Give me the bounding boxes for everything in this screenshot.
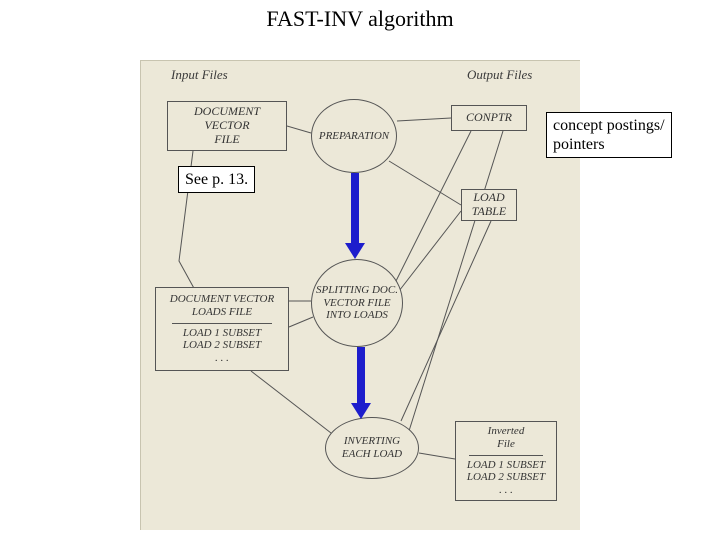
- invfile-title2: File: [497, 438, 515, 451]
- invert-label: INVERTING EACH LOAD: [330, 435, 414, 460]
- prep-label: PREPARATION: [319, 130, 389, 143]
- preparation-node: PREPARATION: [311, 99, 397, 173]
- concept-line2: pointers: [553, 135, 665, 154]
- invfile-title1: Inverted: [488, 425, 525, 438]
- docvec-line2: FILE: [214, 133, 239, 147]
- page-title: FAST-INV algorithm: [0, 6, 720, 32]
- conptr-box: CONPTR: [451, 105, 527, 131]
- dvloads-title: DOCUMENT VECTOR LOADS FILE: [160, 293, 284, 318]
- dvloads-sub2: LOAD 2 SUBSET: [183, 339, 261, 352]
- document-vector-file-box: DOCUMENT VECTOR FILE: [167, 101, 287, 151]
- invfile-sub2: LOAD 2 SUBSET: [467, 471, 545, 484]
- split-label: SPLITTING DOC. VECTOR FILE INTO LOADS: [316, 284, 398, 322]
- splitting-node: SPLITTING DOC. VECTOR FILE INTO LOADS: [311, 259, 403, 347]
- diagram-canvas: Input Files Output Files DOCUMENT VECTOR…: [140, 60, 580, 530]
- loadtable-line2: TABLE: [472, 205, 506, 219]
- inverted-file-box: Inverted File LOAD 1 SUBSET LOAD 2 SUBSE…: [455, 421, 557, 501]
- divider-icon: [172, 323, 271, 324]
- input-files-header: Input Files: [171, 67, 228, 83]
- concept-line1: concept postings/: [553, 116, 665, 135]
- dvloads-dots: . . .: [215, 352, 229, 365]
- output-files-header: Output Files: [467, 67, 532, 83]
- invfile-dots: . . .: [499, 484, 513, 497]
- inverting-node: INVERTING EACH LOAD: [325, 417, 419, 479]
- see-page-callout: See p. 13.: [178, 166, 255, 193]
- dvloads-sub1: LOAD 1 SUBSET: [183, 327, 261, 340]
- load-table-box: LOAD TABLE: [461, 189, 517, 221]
- docvec-line1: DOCUMENT VECTOR: [172, 105, 282, 133]
- invfile-sub1: LOAD 1 SUBSET: [467, 459, 545, 472]
- conptr-label: CONPTR: [466, 111, 512, 125]
- document-vector-loads-file-box: DOCUMENT VECTOR LOADS FILE LOAD 1 SUBSET…: [155, 287, 289, 371]
- divider-icon: [469, 455, 543, 456]
- loadtable-line1: LOAD: [473, 191, 504, 205]
- concept-postings-callout: concept postings/ pointers: [546, 112, 672, 158]
